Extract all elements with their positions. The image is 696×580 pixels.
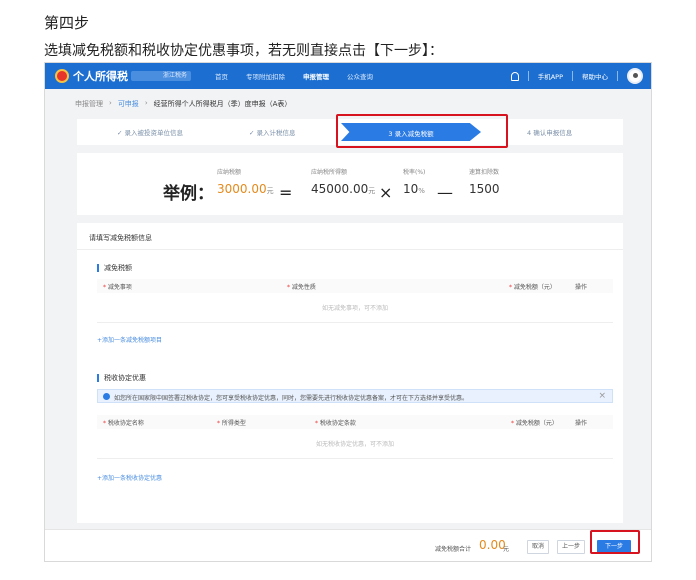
highlight-step-box xyxy=(336,114,508,148)
cancel-button[interactable]: 取消 xyxy=(527,540,549,554)
step-2: ✓ 录入计税信息 xyxy=(249,129,296,137)
divider xyxy=(572,71,573,81)
treaty-notice: 如您所在国家限中国签署过税收协定，您可享受税收协定优惠，同时，您需要先进行税收协… xyxy=(97,389,613,403)
minus-sign: — xyxy=(437,183,453,202)
section-marker xyxy=(97,374,99,382)
tax-rate: 税率(%) 10% xyxy=(403,167,425,196)
notice-text: 如您所在国家限中国签署过税收协定，您可享受税收协定优惠，同时，您需要先进行税收协… xyxy=(114,395,469,402)
taxable-income-value: 45000.00 xyxy=(311,182,369,196)
nav-public-query[interactable]: 公众查询 xyxy=(347,71,373,81)
section-title-text: 减免税额 xyxy=(104,264,132,272)
tax-emblem-icon xyxy=(55,69,69,83)
quick-deduction-value: 1500 xyxy=(469,182,500,196)
total-reduction-unit: 元 xyxy=(503,546,510,553)
article-step-heading: 第四步 xyxy=(44,14,90,32)
example-title: 举例： xyxy=(163,184,214,204)
help-center-link[interactable]: 帮助中心 xyxy=(582,71,608,81)
step-4: 4 确认申报信息 xyxy=(527,129,573,137)
total-reduction-label: 减免税额合计 xyxy=(435,546,472,553)
prev-step-button[interactable]: 上一步 xyxy=(557,540,585,554)
col-income-type: * 所得类型 xyxy=(217,420,246,427)
unit: % xyxy=(418,187,425,195)
section-marker xyxy=(97,264,99,272)
bell-icon[interactable] xyxy=(510,71,519,81)
topbar-right: 手机APP 帮助中心 xyxy=(510,63,643,89)
info-icon xyxy=(103,393,110,400)
tax-payable: 应纳税额 3000.00元 xyxy=(217,167,274,196)
unit: 元 xyxy=(368,187,376,195)
reduction-form: 请填写减免税额信息 减免税额 * 减免事项 * 减免性质 * 减免税额（元） 操… xyxy=(77,223,623,523)
step-1: ✓ 录入被投资单位信息 xyxy=(117,129,184,137)
treaty-section-title: 税收协定优惠 xyxy=(97,373,146,383)
chevron-right-icon: › xyxy=(144,99,148,107)
article-instruction: 选填减免税额和税收协定优惠事项，若无则直接点击【下一步】： xyxy=(44,43,443,59)
breadcrumb-item[interactable]: 可申报 xyxy=(118,99,139,109)
tax-rate-value: 10 xyxy=(403,182,419,196)
mobile-app-link[interactable]: 手机APP xyxy=(538,71,563,81)
main-nav: 首页 专项附加扣除 申报管理 公众查询 xyxy=(215,63,373,89)
example-card: 举例： 应纳税额 3000.00元 = 应纳税所得额 45000.00元 × 税… xyxy=(77,153,623,215)
col-treaty-amount: * 减免税额（元） xyxy=(511,420,558,427)
equals-sign: = xyxy=(279,183,293,202)
col-actions: 操作 xyxy=(575,420,588,427)
col-reduction-amount: * 减免税额（元） xyxy=(509,284,556,291)
treaty-table-header: * 税收协定名称 * 所得类型 * 税收协定条款 * 减免税额（元） 操作 xyxy=(97,415,613,429)
taxable-income: 应纳税所得额 45000.00元 xyxy=(311,167,375,196)
unit: 元 xyxy=(266,187,274,195)
reduction-section-title: 减免税额 xyxy=(97,263,132,273)
divider xyxy=(77,249,623,250)
total-reduction-value: 0.00 xyxy=(479,538,506,552)
form-header: 请填写减免税额信息 xyxy=(89,234,152,242)
site-logo[interactable]: 个人所得税 xyxy=(55,68,128,84)
col-treaty-clause: * 税收协定条款 xyxy=(315,420,356,427)
divider xyxy=(617,71,618,81)
treaty-empty-row: 如无税收协定优惠，可不添加 xyxy=(97,431,613,459)
quick-deduction: 速算扣除数 1500 xyxy=(469,167,500,196)
close-icon[interactable]: × xyxy=(598,391,606,401)
reduction-empty-row: 如无减免事项，可不添加 xyxy=(97,295,613,323)
col-treaty-name: * 税收协定名称 xyxy=(103,420,144,427)
highlight-next-box xyxy=(590,530,640,554)
add-treaty-link[interactable]: +添加一条税收协定优惠 xyxy=(97,473,162,482)
col-reduction-nature: * 减免性质 xyxy=(287,284,316,291)
add-reduction-link[interactable]: +添加一条减免税额项目 xyxy=(97,335,162,344)
footer-bar: 减免税额合计 0.00 元 取消 上一步 下一步 xyxy=(45,529,651,561)
section-title-text: 税收协定优惠 xyxy=(104,374,146,382)
chevron-right-icon: › xyxy=(109,99,112,107)
taxable-income-label: 应纳税所得额 xyxy=(311,169,348,176)
col-actions: 操作 xyxy=(575,284,588,291)
quick-deduction-label: 速算扣除数 xyxy=(469,169,500,176)
tax-rate-label: 税率(%) xyxy=(403,169,426,176)
breadcrumb-item[interactable]: 申报管理 xyxy=(75,99,103,109)
nav-special-deduction[interactable]: 专项附加扣除 xyxy=(246,71,285,81)
breadcrumb: 申报管理 › 可申报 › 经营所得个人所得税月（季）度申报（A表） xyxy=(75,99,291,109)
logo-text: 个人所得税 xyxy=(73,70,128,83)
nav-declaration-mgmt[interactable]: 申报管理 xyxy=(303,71,329,81)
nav-home[interactable]: 首页 xyxy=(215,71,228,81)
tax-payable-label: 应纳税额 xyxy=(217,169,242,176)
times-sign: × xyxy=(379,183,393,202)
divider xyxy=(527,71,529,81)
col-reduction-item: * 减免事项 xyxy=(103,284,132,291)
reduction-table-header: * 减免事项 * 减免性质 * 减免税额（元） 操作 xyxy=(97,279,613,293)
avatar[interactable] xyxy=(627,68,643,84)
breadcrumb-current: 经营所得个人所得税月（季）度申报（A表） xyxy=(153,100,292,108)
top-nav-bar: 个人所得税 浙江税务 首页 专项附加扣除 申报管理 公众查询 手机APP 帮助中… xyxy=(45,63,651,89)
tax-payable-value: 3000.00 xyxy=(217,182,267,196)
region-badge: 浙江税务 xyxy=(131,71,191,81)
